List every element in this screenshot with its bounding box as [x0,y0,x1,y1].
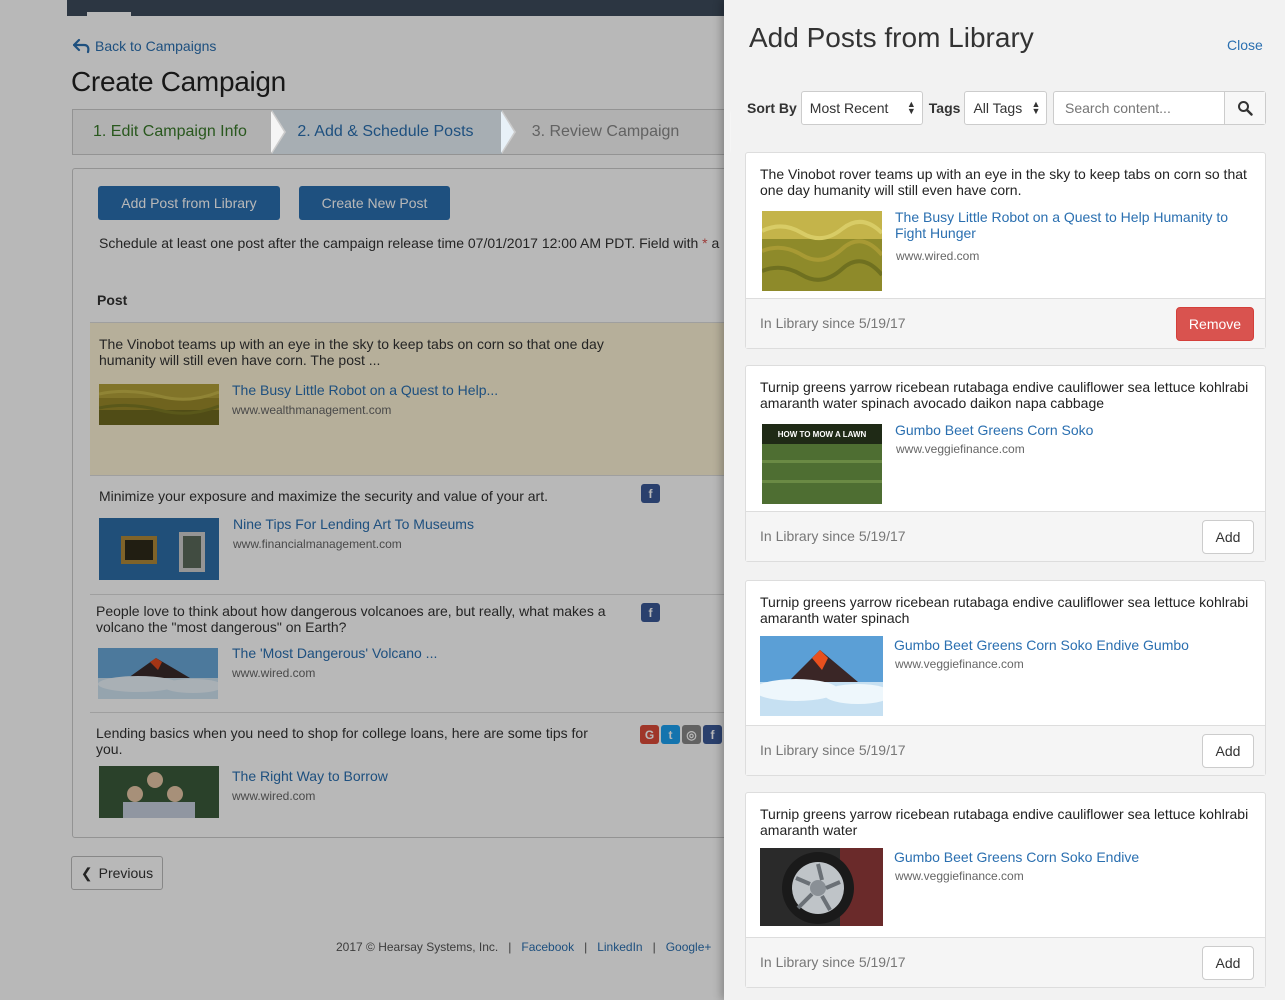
add-button[interactable]: Add [1202,946,1254,980]
thumbnail-caption: HOW TO MOW A LAWN [778,430,867,439]
card-footer: In Library since 5/19/17 Remove [746,298,1265,348]
search-button[interactable] [1224,92,1265,124]
close-button[interactable]: Close [1227,37,1263,53]
volcano-thumbnail [760,636,883,716]
select-arrows-icon: ▲ ▼ [906,99,916,116]
card-link-source: www.veggiefinance.com [896,442,1025,456]
corn-field-thumbnail [762,211,882,291]
library-card: Turnip greens yarrow ricebean rutabaga e… [745,792,1266,988]
step-separator [500,110,516,154]
add-posts-drawer: Add Posts from Library Close Sort By Mos… [724,0,1285,1000]
car-wheel-thumbnail [760,848,883,926]
card-link-title[interactable]: Gumbo Beet Greens Corn Soko [895,422,1250,438]
search-icon [1238,101,1253,116]
card-footer: In Library since 5/19/17 Add [746,511,1265,561]
add-button[interactable]: Add [1202,734,1254,768]
sort-by-label: Sort By [747,100,797,116]
library-card: Turnip greens yarrow ricebean rutabaga e… [745,580,1266,776]
card-link-title[interactable]: Gumbo Beet Greens Corn Soko Endive [894,849,1249,865]
lawn-mowing-thumbnail: HOW TO MOW A LAWN [762,424,882,504]
card-link-source: www.veggiefinance.com [895,657,1024,671]
search-input[interactable] [1054,92,1224,124]
card-link-source: www.wired.com [896,249,980,263]
library-card: Turnip greens yarrow ricebean rutabaga e… [745,365,1266,562]
tags-value: All Tags [973,100,1023,116]
sort-by-value: Most Recent [809,100,889,116]
add-button[interactable]: Add [1202,520,1254,554]
library-card: The Vinobot rover teams up with an eye i… [745,152,1266,349]
card-link-source: www.veggiefinance.com [895,869,1024,883]
card-link-title[interactable]: The Busy Little Robot on a Quest to Help… [895,209,1250,241]
card-text: The Vinobot rover teams up with an eye i… [760,166,1247,198]
select-arrows-icon: ▲ ▼ [1031,99,1041,116]
content-search [1053,91,1266,125]
filter-bar: Sort By Most Recent ▲ ▼ Tags All Tags ▲ ▼ [747,91,1048,125]
tags-select[interactable]: All Tags ▲ ▼ [964,91,1048,125]
remove-button[interactable]: Remove [1176,307,1254,341]
card-footer: In Library since 5/19/17 Add [746,725,1265,775]
card-link-title[interactable]: Gumbo Beet Greens Corn Soko Endive Gumbo [894,637,1249,653]
sort-by-select[interactable]: Most Recent ▲ ▼ [800,91,923,125]
library-since: In Library since 5/19/17 [760,742,906,758]
card-footer: In Library since 5/19/17 Add [746,937,1265,987]
library-since: In Library since 5/19/17 [760,315,906,331]
library-since: In Library since 5/19/17 [760,528,906,544]
tags-label: Tags [928,100,961,116]
drawer-title: Add Posts from Library [749,22,1034,53]
library-since: In Library since 5/19/17 [760,954,906,970]
card-text: Turnip greens yarrow ricebean rutabaga e… [760,379,1249,411]
card-text: Turnip greens yarrow ricebean rutabaga e… [760,594,1249,626]
step-separator [271,110,287,154]
card-text: Turnip greens yarrow ricebean rutabaga e… [760,806,1249,838]
